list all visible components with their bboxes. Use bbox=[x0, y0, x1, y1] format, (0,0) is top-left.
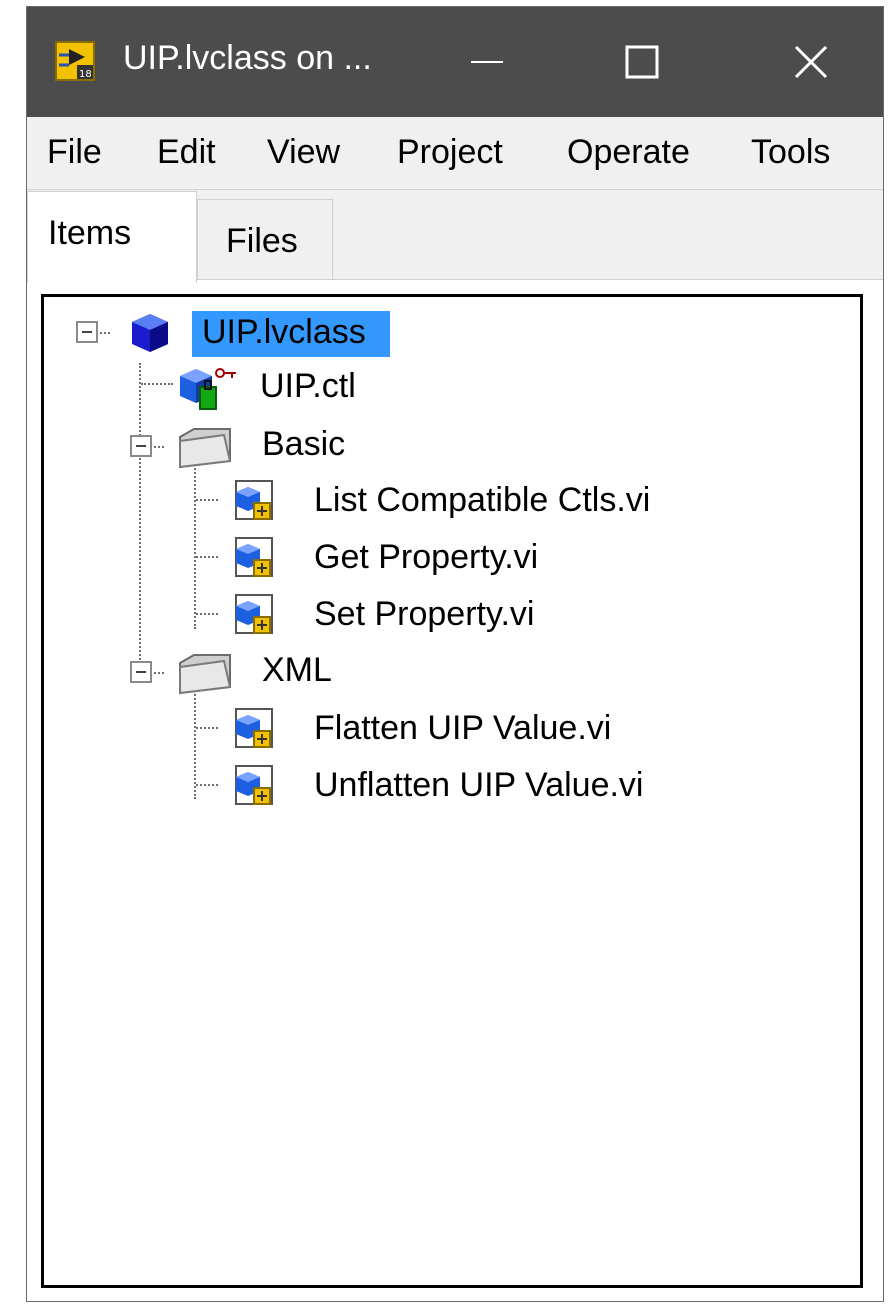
tree-line bbox=[154, 446, 164, 448]
expander-root[interactable] bbox=[76, 321, 98, 343]
tab-files[interactable]: Files bbox=[197, 199, 333, 279]
tab-items[interactable]: Items bbox=[27, 191, 197, 283]
tree-node-vi[interactable]: Unflatten UIP Value.vi bbox=[314, 766, 643, 805]
tree-line bbox=[196, 556, 218, 558]
tree-line bbox=[194, 457, 196, 629]
tree-node-vi[interactable]: Get Property.vi bbox=[314, 538, 538, 577]
tree-node-vi[interactable]: List Compatible Ctls.vi bbox=[314, 481, 650, 520]
class-private-data-icon bbox=[180, 368, 236, 410]
lvclass-cube-icon bbox=[132, 314, 168, 352]
minimize-button[interactable] bbox=[427, 7, 547, 117]
tree-node-ctl[interactable]: UIP.ctl bbox=[260, 367, 356, 406]
tree-line bbox=[139, 363, 141, 663]
tree-line bbox=[141, 383, 173, 385]
minimize-icon bbox=[471, 61, 503, 63]
tree-node-folder-xml[interactable]: XML bbox=[262, 651, 332, 690]
window-title: UIP.lvclass on ... bbox=[123, 39, 372, 77]
title-bar[interactable]: 18 UIP.lvclass on ... bbox=[27, 7, 883, 117]
tree-node-folder-basic[interactable]: Basic bbox=[262, 425, 345, 464]
folder-icon bbox=[179, 428, 232, 469]
project-window: 18 UIP.lvclass on ... File Edit View Pro… bbox=[26, 6, 884, 1302]
menu-operate[interactable]: Operate bbox=[567, 133, 690, 172]
tree-line bbox=[196, 613, 218, 615]
tab-strip: Items Files bbox=[27, 191, 883, 283]
tree-node-root[interactable]: UIP.lvclass bbox=[202, 313, 366, 352]
menu-tools[interactable]: Tools bbox=[751, 133, 830, 172]
close-button[interactable] bbox=[751, 7, 871, 117]
labview-vi-icon: 18 bbox=[55, 41, 95, 81]
project-tree[interactable]: UIP.lvclass UIP.ctl Basic List Compatibl… bbox=[41, 294, 863, 1288]
tree-line bbox=[196, 499, 218, 501]
member-vi-icon bbox=[235, 765, 273, 805]
tab-items-label: Items bbox=[48, 214, 132, 252]
maximize-button[interactable] bbox=[582, 7, 702, 117]
menu-bar: File Edit View Project Operate Tools bbox=[27, 117, 883, 190]
tree-node-vi[interactable]: Flatten UIP Value.vi bbox=[314, 709, 611, 748]
expander-xml[interactable] bbox=[130, 661, 152, 683]
tree-node-vi[interactable]: Set Property.vi bbox=[314, 595, 534, 634]
expander-basic[interactable] bbox=[130, 435, 152, 457]
member-vi-icon bbox=[235, 594, 273, 634]
menu-project[interactable]: Project bbox=[397, 133, 503, 172]
menu-edit[interactable]: Edit bbox=[157, 133, 216, 172]
tree-line bbox=[196, 727, 218, 729]
items-panel: UIP.lvclass UIP.ctl Basic List Compatibl… bbox=[27, 279, 883, 1301]
member-vi-icon bbox=[235, 537, 273, 577]
tree-line bbox=[100, 332, 110, 334]
member-vi-icon bbox=[235, 480, 273, 520]
maximize-icon bbox=[625, 45, 659, 79]
member-vi-icon bbox=[235, 708, 273, 748]
svg-text:18: 18 bbox=[79, 69, 92, 80]
folder-icon bbox=[179, 654, 232, 695]
menu-file[interactable]: File bbox=[47, 133, 102, 172]
tree-line bbox=[194, 683, 196, 799]
menu-view[interactable]: View bbox=[267, 133, 340, 172]
tree-line bbox=[196, 784, 218, 786]
tab-files-label: Files bbox=[226, 222, 298, 260]
close-icon bbox=[794, 45, 828, 79]
tree-line bbox=[154, 672, 164, 674]
